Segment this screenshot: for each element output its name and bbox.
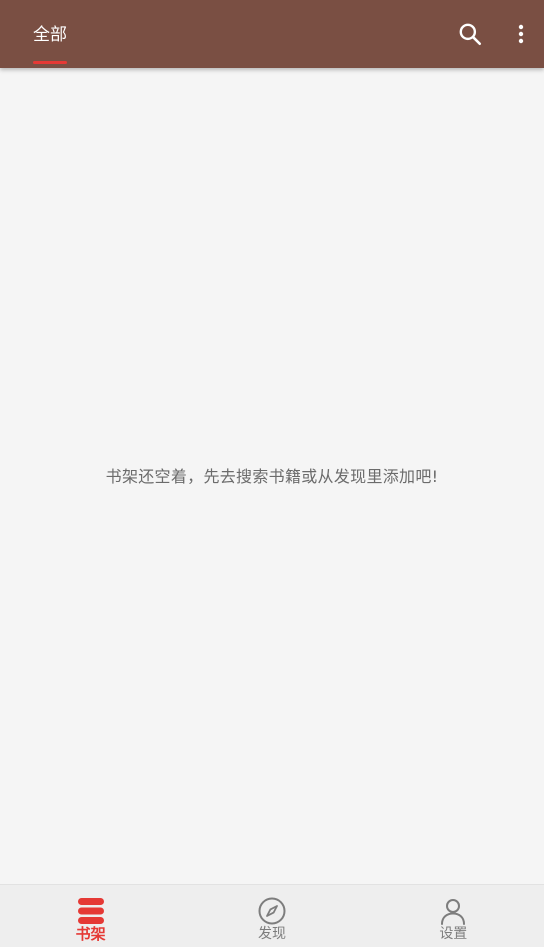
nav-label-settings: 设置 xyxy=(439,926,468,942)
top-app-bar: 全部 xyxy=(0,0,544,68)
nav-label-bookshelf: 书架 xyxy=(75,925,106,943)
bookshelf-content: 书架还空着，先去搜索书籍或从发现里添加吧! xyxy=(0,68,544,884)
search-icon xyxy=(459,23,482,46)
bookshelf-icon xyxy=(75,896,106,926)
tab-all[interactable]: 全部 xyxy=(33,0,67,68)
app-root: 全部 书架还空着，先去搜索书籍或从发现里添加吧! 书架 发现 设置 xyxy=(0,0,544,947)
nav-item-bookshelf[interactable]: 书架 xyxy=(0,885,181,947)
search-button[interactable] xyxy=(454,18,486,50)
nav-label-discover: 发现 xyxy=(257,926,286,942)
person-icon xyxy=(438,896,468,926)
nav-item-discover[interactable]: 发现 xyxy=(181,885,362,947)
empty-bookshelf-message: 书架还空着，先去搜索书籍或从发现里添加吧! xyxy=(105,467,439,486)
more-options-button[interactable] xyxy=(505,18,537,50)
tab-active-indicator xyxy=(33,61,67,64)
bottom-navigation: 书架 发现 设置 xyxy=(0,884,544,947)
more-vertical-icon xyxy=(518,24,524,44)
tab-all-label: 全部 xyxy=(33,25,67,45)
nav-item-settings[interactable]: 设置 xyxy=(363,885,544,947)
compass-icon xyxy=(257,896,287,926)
